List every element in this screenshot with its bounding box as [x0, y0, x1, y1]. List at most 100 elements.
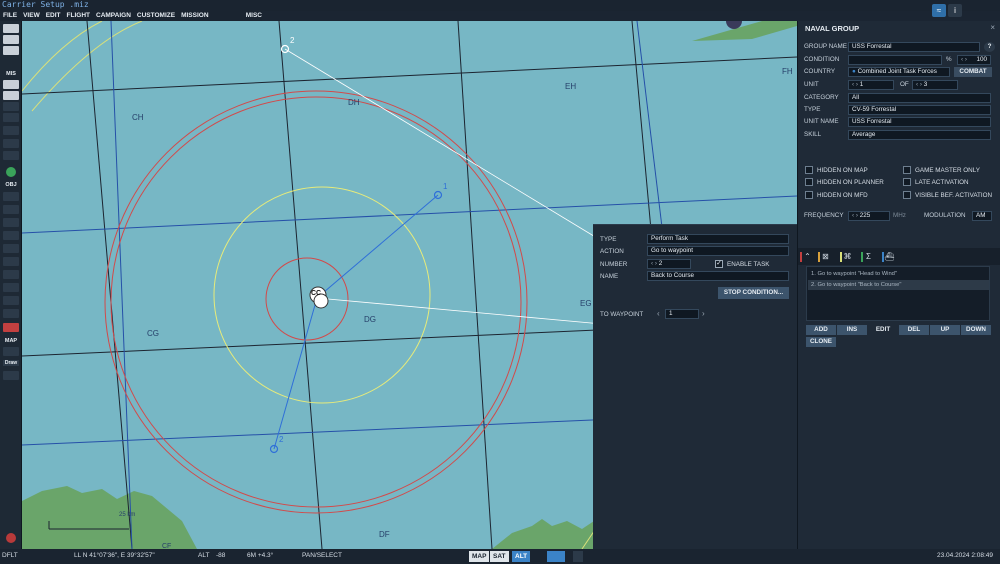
- condition-field[interactable]: ‹ › 100: [957, 55, 991, 65]
- alt-mode-button[interactable]: ALT: [512, 551, 531, 562]
- move-up-button[interactable]: UP: [930, 325, 960, 335]
- template-icon[interactable]: [3, 257, 19, 266]
- menu-file[interactable]: FILE: [3, 11, 17, 21]
- route-tab-icon[interactable]: ⌃: [800, 252, 813, 262]
- settings-icon[interactable]: [573, 551, 583, 562]
- action-select[interactable]: Go to waypoint: [647, 246, 789, 256]
- enable-task-checkbox[interactable]: ✓: [715, 260, 723, 268]
- menu-campaign[interactable]: CAMPAIGN: [96, 11, 131, 21]
- menu-misc[interactable]: MISC: [246, 11, 262, 21]
- helicopter-icon[interactable]: [3, 113, 19, 122]
- draw-button[interactable]: Draw: [3, 360, 19, 366]
- insert-task-button[interactable]: INS: [837, 325, 867, 335]
- lines-icon[interactable]: [3, 309, 19, 318]
- number-value: 2: [658, 260, 663, 267]
- close-icon[interactable]: ×: [990, 23, 995, 32]
- coastline-north: [692, 21, 797, 41]
- waypoint-2-label: 2: [279, 435, 284, 444]
- country-select[interactable]: ● Combined Joint Task Forces: [848, 67, 950, 77]
- modulation-select[interactable]: AM: [972, 211, 992, 221]
- task-item-1[interactable]: 1. Go to waypoint "Head to Wind": [808, 269, 989, 279]
- menu-customize[interactable]: CUSTOMIZE: [137, 11, 175, 21]
- of-value: 3: [923, 81, 928, 88]
- info-icon[interactable]: i: [948, 4, 962, 17]
- task-name-field[interactable]: Back to Course: [647, 271, 789, 281]
- hidden-on-planner-checkbox[interactable]: [805, 178, 813, 186]
- delete-task-button[interactable]: DEL: [899, 325, 929, 335]
- check-icon[interactable]: [3, 139, 19, 148]
- menu-edit[interactable]: EDIT: [46, 11, 61, 21]
- heli-unit-icon[interactable]: [3, 205, 19, 214]
- combat-button[interactable]: COMBAT: [954, 67, 992, 77]
- layers-icon[interactable]: [547, 551, 565, 562]
- briefing-icon[interactable]: [3, 80, 19, 89]
- altitude-value: -88: [216, 552, 226, 559]
- panel-title: NAVAL GROUP: [805, 24, 860, 33]
- type-select[interactable]: CV-59 Forrestal: [848, 105, 991, 115]
- task-type-select[interactable]: Perform Task: [647, 234, 789, 244]
- late-activation-checkbox[interactable]: [903, 178, 911, 186]
- condition-bar[interactable]: [848, 55, 942, 65]
- condition-unit: %: [946, 56, 952, 63]
- menu-view[interactable]: VIEW: [23, 11, 40, 21]
- move-down-button[interactable]: DOWN: [961, 325, 991, 335]
- menu-mission-generator[interactable]: MISSION GENERATOR: [181, 11, 240, 29]
- wifi-icon[interactable]: ≈: [932, 4, 946, 17]
- next-waypoint-icon[interactable]: ›: [702, 309, 705, 318]
- carrier-group-label[interactable]: CC: [311, 290, 321, 297]
- plane-unit-icon[interactable]: [3, 192, 19, 201]
- coastline-west: [22, 486, 197, 549]
- edit-task-button[interactable]: EDIT: [868, 325, 898, 335]
- triggers-icon[interactable]: [3, 151, 19, 160]
- frequency-stepper[interactable]: ‹ › 225: [848, 211, 890, 221]
- ground-unit-icon[interactable]: [3, 231, 19, 240]
- static-object-icon[interactable]: [3, 244, 19, 253]
- measure-icon[interactable]: [3, 371, 19, 380]
- delete-icon[interactable]: [3, 323, 19, 332]
- nav-point-icon[interactable]: [3, 283, 19, 292]
- ruler-icon[interactable]: [3, 347, 19, 356]
- frequency-value: 225: [859, 212, 871, 219]
- exit-icon[interactable]: [6, 533, 16, 543]
- help-button[interactable]: ?: [984, 42, 995, 52]
- route-icon[interactable]: [3, 296, 19, 305]
- sat-mode-button[interactable]: SAT: [490, 551, 509, 562]
- summary-icon[interactable]: Σ: [861, 252, 874, 262]
- task-item-2[interactable]: 2. Go to waypoint "Back to Course": [808, 280, 989, 290]
- new-mission-icon[interactable]: [3, 24, 19, 33]
- triggered-actions-icon[interactable]: ⊠: [818, 252, 831, 262]
- game-master-only-checkbox[interactable]: [903, 166, 911, 174]
- ship-tab-icon[interactable]: ⛴: [882, 252, 895, 262]
- add-task-button[interactable]: ADD: [806, 325, 836, 335]
- clone-button[interactable]: CLONE: [806, 337, 836, 347]
- condition-value: 100: [976, 56, 987, 63]
- hidden-on-map-checkbox[interactable]: [805, 166, 813, 174]
- toolbar-section-obj: OBJ: [5, 182, 17, 188]
- profile-selector[interactable]: DFLT: [2, 552, 18, 559]
- menu-flight[interactable]: FLIGHT: [67, 11, 90, 21]
- unit-stepper[interactable]: ‹ › 1: [848, 80, 894, 90]
- payload-icon[interactable]: ⌘: [840, 252, 853, 262]
- group-name-field[interactable]: USS Forrestal: [848, 42, 980, 52]
- hidden-on-mfd-checkbox[interactable]: [805, 191, 813, 199]
- weather-icon[interactable]: [3, 91, 19, 100]
- aircraft-icon[interactable]: [3, 102, 19, 111]
- unit-name-field[interactable]: USS Forrestal: [848, 117, 991, 127]
- of-stepper[interactable]: ‹ › 3: [912, 80, 958, 90]
- skill-select[interactable]: Average: [848, 130, 991, 140]
- stop-condition-button[interactable]: STOP CONDITION...: [718, 287, 789, 299]
- ship-unit-icon[interactable]: [3, 218, 19, 227]
- visible-bef-activation-checkbox[interactable]: [903, 191, 911, 199]
- to-waypoint-select[interactable]: 1: [665, 309, 699, 319]
- grid-label-eh: EH: [565, 82, 577, 91]
- resource-icon[interactable]: [6, 167, 16, 177]
- number-stepper[interactable]: ‹ › 2: [647, 259, 691, 269]
- target-icon[interactable]: [3, 126, 19, 135]
- map-mode-button[interactable]: MAP: [469, 551, 490, 562]
- prev-waypoint-icon[interactable]: ‹: [657, 309, 660, 318]
- save-icon[interactable]: [3, 46, 19, 55]
- category-select[interactable]: All: [848, 93, 991, 103]
- zone-icon[interactable]: [3, 270, 19, 279]
- category-label: CATEGORY: [804, 94, 839, 101]
- open-folder-icon[interactable]: [3, 35, 19, 44]
